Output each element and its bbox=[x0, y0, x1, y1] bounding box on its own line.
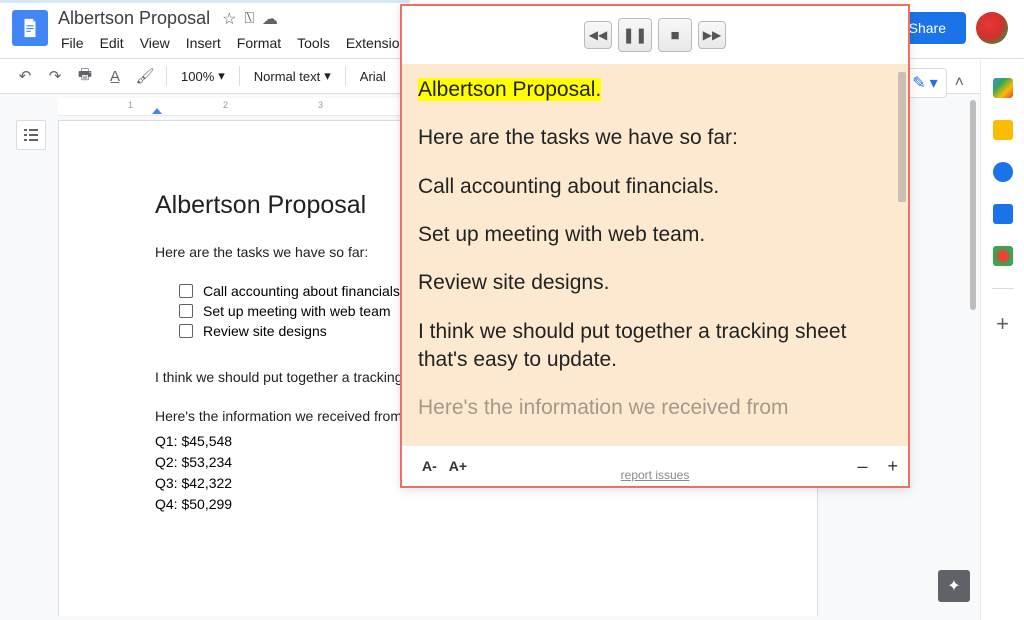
browser-tab-strip bbox=[0, 0, 1024, 3]
zoom-in-button[interactable]: + bbox=[887, 456, 898, 477]
reader-body[interactable]: Albertson Proposal. Here are the tasks w… bbox=[402, 64, 908, 446]
checklist-label: Review site designs bbox=[203, 323, 327, 339]
star-icon[interactable]: ☆ bbox=[222, 9, 236, 29]
checklist-label: Set up meeting with web team bbox=[203, 303, 391, 319]
checkbox-icon[interactable] bbox=[179, 324, 193, 338]
menu-view[interactable]: View bbox=[133, 31, 177, 55]
reader-overlay: ◀◀ ❚❚ ■ ▶▶ Albertson Proposal. Here are … bbox=[400, 4, 910, 488]
style-value: Normal text bbox=[254, 69, 320, 84]
pause-button[interactable]: ❚❚ bbox=[618, 18, 652, 52]
reader-highlight: Albertson Proposal. bbox=[418, 78, 601, 101]
reader-controls: ◀◀ ❚❚ ■ ▶▶ bbox=[402, 6, 908, 64]
menu-tools[interactable]: Tools bbox=[290, 31, 337, 55]
reader-line: Here's the information we received from bbox=[418, 394, 892, 422]
zoom-select[interactable]: 100% ▾ bbox=[175, 68, 231, 84]
side-separator bbox=[992, 288, 1014, 289]
reader-line: Here are the tasks we have so far: bbox=[418, 124, 892, 152]
cloud-icon[interactable]: ☁ bbox=[262, 9, 278, 29]
maps-icon[interactable] bbox=[993, 246, 1013, 266]
collapse-icon[interactable]: ˄ bbox=[955, 74, 964, 92]
zoom-value: 100% bbox=[181, 69, 214, 84]
outline-button[interactable] bbox=[16, 120, 46, 150]
reader-footer: A- A+ report issues – + bbox=[402, 446, 908, 486]
menu-file[interactable]: File bbox=[54, 31, 91, 55]
chevron-down-icon: ▾ bbox=[218, 68, 225, 84]
docs-logo-icon bbox=[19, 17, 41, 39]
zoom-out-button[interactable]: – bbox=[857, 456, 867, 477]
reader-scrollbar[interactable] bbox=[898, 72, 906, 202]
add-addon-icon[interactable]: + bbox=[996, 311, 1009, 337]
spellcheck-icon[interactable]: A̲ bbox=[102, 63, 128, 89]
reader-line: Set up meeting with web team. bbox=[418, 221, 892, 249]
checkbox-icon[interactable] bbox=[179, 284, 193, 298]
ruler-mark: 2 bbox=[223, 100, 228, 110]
font-select[interactable]: Arial bbox=[354, 69, 392, 84]
reader-line: Albertson Proposal. bbox=[418, 76, 892, 104]
editing-mode: ✎▾ ˄ bbox=[903, 68, 964, 98]
keep-icon[interactable] bbox=[993, 120, 1013, 140]
rewind-button[interactable]: ◀◀ bbox=[584, 21, 612, 49]
checklist-label: Call accounting about financials bbox=[203, 283, 400, 299]
forward-button[interactable]: ▶▶ bbox=[698, 21, 726, 49]
ruler-mark: 1 bbox=[128, 100, 133, 110]
chevron-down-icon: ▾ bbox=[930, 73, 938, 93]
side-panel: + bbox=[980, 60, 1024, 620]
undo-icon[interactable]: ↶ bbox=[12, 63, 38, 89]
toolbar-separator bbox=[239, 66, 240, 86]
explore-button[interactable]: ✦ bbox=[938, 570, 970, 602]
stop-button[interactable]: ■ bbox=[658, 18, 692, 52]
menu-edit[interactable]: Edit bbox=[93, 31, 131, 55]
reader-line: I think we should put together a trackin… bbox=[418, 318, 892, 375]
style-select[interactable]: Normal text ▾ bbox=[248, 68, 337, 84]
font-decrease-button[interactable]: A- bbox=[416, 458, 443, 474]
doc-line: Q4: $50,299 bbox=[155, 494, 721, 515]
pencil-icon: ✎ bbox=[912, 73, 925, 93]
indent-marker[interactable] bbox=[152, 108, 162, 114]
reader-line: Review site designs. bbox=[418, 269, 892, 297]
reader-line: Call accounting about financials. bbox=[418, 173, 892, 201]
report-issues-link[interactable]: report issues bbox=[621, 468, 690, 482]
list-icon bbox=[23, 127, 39, 143]
print-icon[interactable]: 🖶 bbox=[72, 63, 98, 89]
chevron-down-icon: ▾ bbox=[324, 68, 331, 84]
toolbar-separator bbox=[166, 66, 167, 86]
avatar[interactable] bbox=[976, 12, 1008, 44]
doc-title[interactable]: Albertson Proposal bbox=[54, 8, 214, 29]
menu-insert[interactable]: Insert bbox=[179, 31, 228, 55]
font-value: Arial bbox=[360, 69, 386, 84]
checkbox-icon[interactable] bbox=[179, 304, 193, 318]
toolbar-separator bbox=[345, 66, 346, 86]
ruler-mark: 3 bbox=[318, 100, 323, 110]
contacts-icon[interactable] bbox=[993, 204, 1013, 224]
tasks-icon[interactable] bbox=[993, 162, 1013, 182]
menu-format[interactable]: Format bbox=[230, 31, 288, 55]
paint-format-icon[interactable]: 🖌 bbox=[132, 63, 158, 89]
font-increase-button[interactable]: A+ bbox=[443, 458, 473, 474]
move-icon[interactable]: ⍂ bbox=[244, 10, 254, 28]
docs-logo[interactable] bbox=[12, 10, 48, 46]
calendar-icon[interactable] bbox=[993, 78, 1013, 98]
vertical-scrollbar[interactable] bbox=[970, 100, 976, 310]
redo-icon[interactable]: ↷ bbox=[42, 63, 68, 89]
